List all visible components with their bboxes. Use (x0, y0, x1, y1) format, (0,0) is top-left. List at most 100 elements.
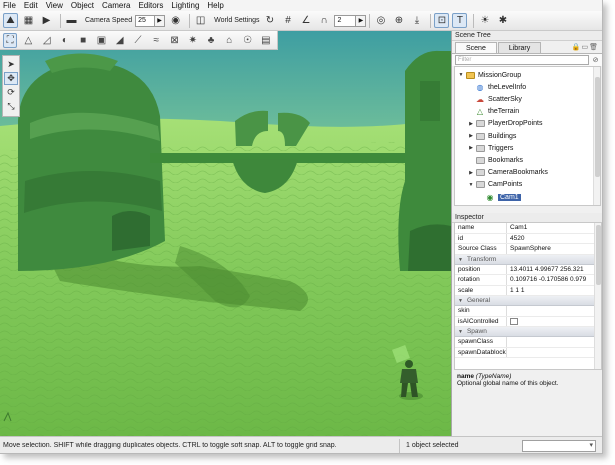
decal-icon[interactable]: ◢ (113, 33, 127, 48)
tree-item[interactable]: ▶ Triggers (467, 142, 513, 154)
cube-icon[interactable]: ■ (76, 33, 90, 48)
inspector-field: position 13.4011 4.99677 256.321 (455, 264, 601, 275)
select-arrow-icon[interactable]: ➤ (4, 58, 18, 71)
snap-rotate-icon[interactable]: ↻ (262, 13, 277, 28)
menu-editors[interactable]: Editors (138, 1, 163, 10)
tree-scrollbar[interactable] (593, 67, 600, 205)
expand-right-icon[interactable]: ▶ (467, 133, 475, 139)
expand-down-icon[interactable]: ▼ (467, 182, 475, 188)
expand-right-icon[interactable]: ▶ (467, 170, 475, 176)
tree-item-label: PlayerDropPoints (488, 120, 543, 128)
snap-size-input[interactable]: 2 (334, 14, 357, 27)
terrain-raise-icon[interactable]: △ (21, 33, 35, 48)
folder-icon (475, 168, 485, 177)
camera-speed-input[interactable]: 25 (135, 14, 156, 27)
field-value[interactable] (507, 306, 601, 316)
status-dropdown[interactable] (522, 439, 596, 452)
snap-size-dropdown-icon[interactable]: ▶ (356, 14, 367, 27)
grid-snap-icon[interactable]: # (280, 13, 295, 28)
tree-item[interactable]: Bookmarks (467, 154, 523, 166)
tree-item[interactable]: ▶ PlayerDropPoints (467, 118, 542, 130)
grid-view-icon[interactable]: ▦ (21, 13, 36, 28)
field-value[interactable] (507, 317, 601, 327)
field-value[interactable]: 1 1 1 (507, 286, 601, 296)
menu-object[interactable]: Object (71, 1, 94, 10)
scene-viewport[interactable] (0, 31, 451, 436)
scene-tree-tabs: Scene Library 🔒▭🗑 (452, 41, 602, 53)
magnet-icon[interactable]: ∩ (316, 13, 331, 28)
terrain-smooth-icon[interactable]: ◿ (40, 33, 54, 48)
filter-input[interactable]: Filter (455, 55, 589, 65)
tree-item[interactable]: ▼ CamPoints (467, 179, 522, 191)
inspector-scrollbar[interactable] (594, 223, 601, 369)
tree-item[interactable]: △ theTerrain (467, 106, 519, 118)
clear-filter-icon[interactable]: ⊘ (591, 56, 600, 65)
lighting-icon[interactable]: ☀ (477, 13, 492, 28)
field-value[interactable]: Cam1 (507, 223, 601, 233)
field-name: spawnClass (455, 337, 507, 347)
tab-library[interactable]: Library (497, 42, 542, 53)
expand-down-icon[interactable]: ▼ (457, 72, 465, 78)
visibility-icon[interactable]: ✱ (495, 13, 510, 28)
terrain-icon: △ (476, 107, 484, 117)
checkbox[interactable] (510, 317, 518, 325)
scene-tree-title: Scene Tree (452, 31, 602, 41)
gui-icon[interactable]: ▤ (259, 33, 273, 48)
angle-snap-icon[interactable]: ∠ (298, 13, 313, 28)
main-toolbar: ⛰ ▦ ▶ ▬ Camera Speed 25 ▶ ◉ ◫ World Sett… (0, 11, 602, 31)
menu-edit[interactable]: Edit (24, 1, 38, 10)
expand-right-icon[interactable]: ▶ (467, 145, 475, 151)
play-icon[interactable]: ▶ (39, 13, 54, 28)
field-value[interactable] (507, 348, 601, 358)
scale-tool-icon[interactable]: ⤡ (4, 100, 18, 113)
physics-icon[interactable]: ☉ (240, 33, 254, 48)
menu-help[interactable]: Help (207, 1, 223, 10)
tree-item[interactable]: ▶ CameraBookmarks (467, 167, 548, 179)
tree-item[interactable]: ◉ Cam1 (477, 191, 521, 203)
tree-action-icons[interactable]: 🔒▭🗑 (572, 43, 599, 51)
field-value[interactable]: 0.109716 -0.170586 0.979 (507, 275, 601, 285)
camera-speed-dropdown-icon[interactable]: ▶ (155, 14, 166, 27)
folder-icon (475, 180, 485, 189)
road-icon[interactable]: ⟋ (131, 33, 145, 48)
field-value[interactable]: 4520 (507, 234, 601, 244)
tree-item[interactable]: ☁ ScatterSky (467, 93, 522, 105)
menu-file[interactable]: File (3, 1, 16, 10)
navmesh-icon[interactable]: ⌂ (222, 33, 236, 48)
sphere-icon[interactable]: ◐ (58, 33, 72, 48)
camera-icon[interactable]: ▬ (64, 13, 79, 28)
forest-icon[interactable]: ♣ (204, 33, 218, 48)
general-section[interactable]: ▼ General (455, 296, 601, 306)
filter-row: Filter ⊘ (452, 53, 602, 66)
tree-item[interactable]: ◍ theLevelInfo (467, 81, 527, 93)
tree-item-label: MissionGroup (478, 71, 522, 79)
tree-item[interactable]: ▼ MissionGroup (457, 69, 521, 81)
field-value[interactable]: SpawnSphere (507, 244, 601, 254)
world-settings-icon[interactable]: ◫ (193, 13, 208, 28)
status-bar: Move selection. SHIFT while dragging dup… (0, 436, 602, 453)
river-icon[interactable]: ≈ (149, 33, 163, 48)
selection-bounds-icon[interactable]: ⊡ (434, 13, 450, 28)
field-value[interactable]: 13.4011 4.99677 256.321 (507, 265, 601, 275)
particle-icon[interactable]: ✷ (186, 33, 200, 48)
drop-object-icon[interactable]: ⤓ (409, 13, 424, 28)
tree-item[interactable]: ▶ Buildings (467, 130, 516, 142)
rotate-tool-icon[interactable]: ⟳ (4, 86, 18, 99)
move-tool-icon[interactable]: ✥ (4, 72, 18, 85)
menu-camera[interactable]: Camera (102, 1, 130, 10)
object-center-icon[interactable]: ◎ (373, 13, 388, 28)
mesh-icon[interactable]: ⊠ (167, 33, 181, 48)
tab-scene[interactable]: Scene (455, 42, 497, 53)
text-labels-icon[interactable]: T (452, 13, 468, 28)
world-axis-icon[interactable]: ⊕ (391, 13, 406, 28)
terrain-editor-icon[interactable]: ⛰ (3, 13, 18, 28)
menu-lighting[interactable]: Lighting (171, 1, 199, 10)
field-value[interactable] (507, 337, 601, 347)
eye-icon[interactable]: ◉ (168, 13, 183, 28)
material-icon[interactable]: ▣ (94, 33, 108, 48)
spawn-section[interactable]: ▼ Spawn (455, 327, 601, 337)
object-editor-icon[interactable]: ⛶ (3, 32, 18, 48)
transform-section[interactable]: ▼ Transform (455, 254, 601, 265)
expand-right-icon[interactable]: ▶ (467, 121, 475, 127)
menu-view[interactable]: View (46, 1, 63, 10)
